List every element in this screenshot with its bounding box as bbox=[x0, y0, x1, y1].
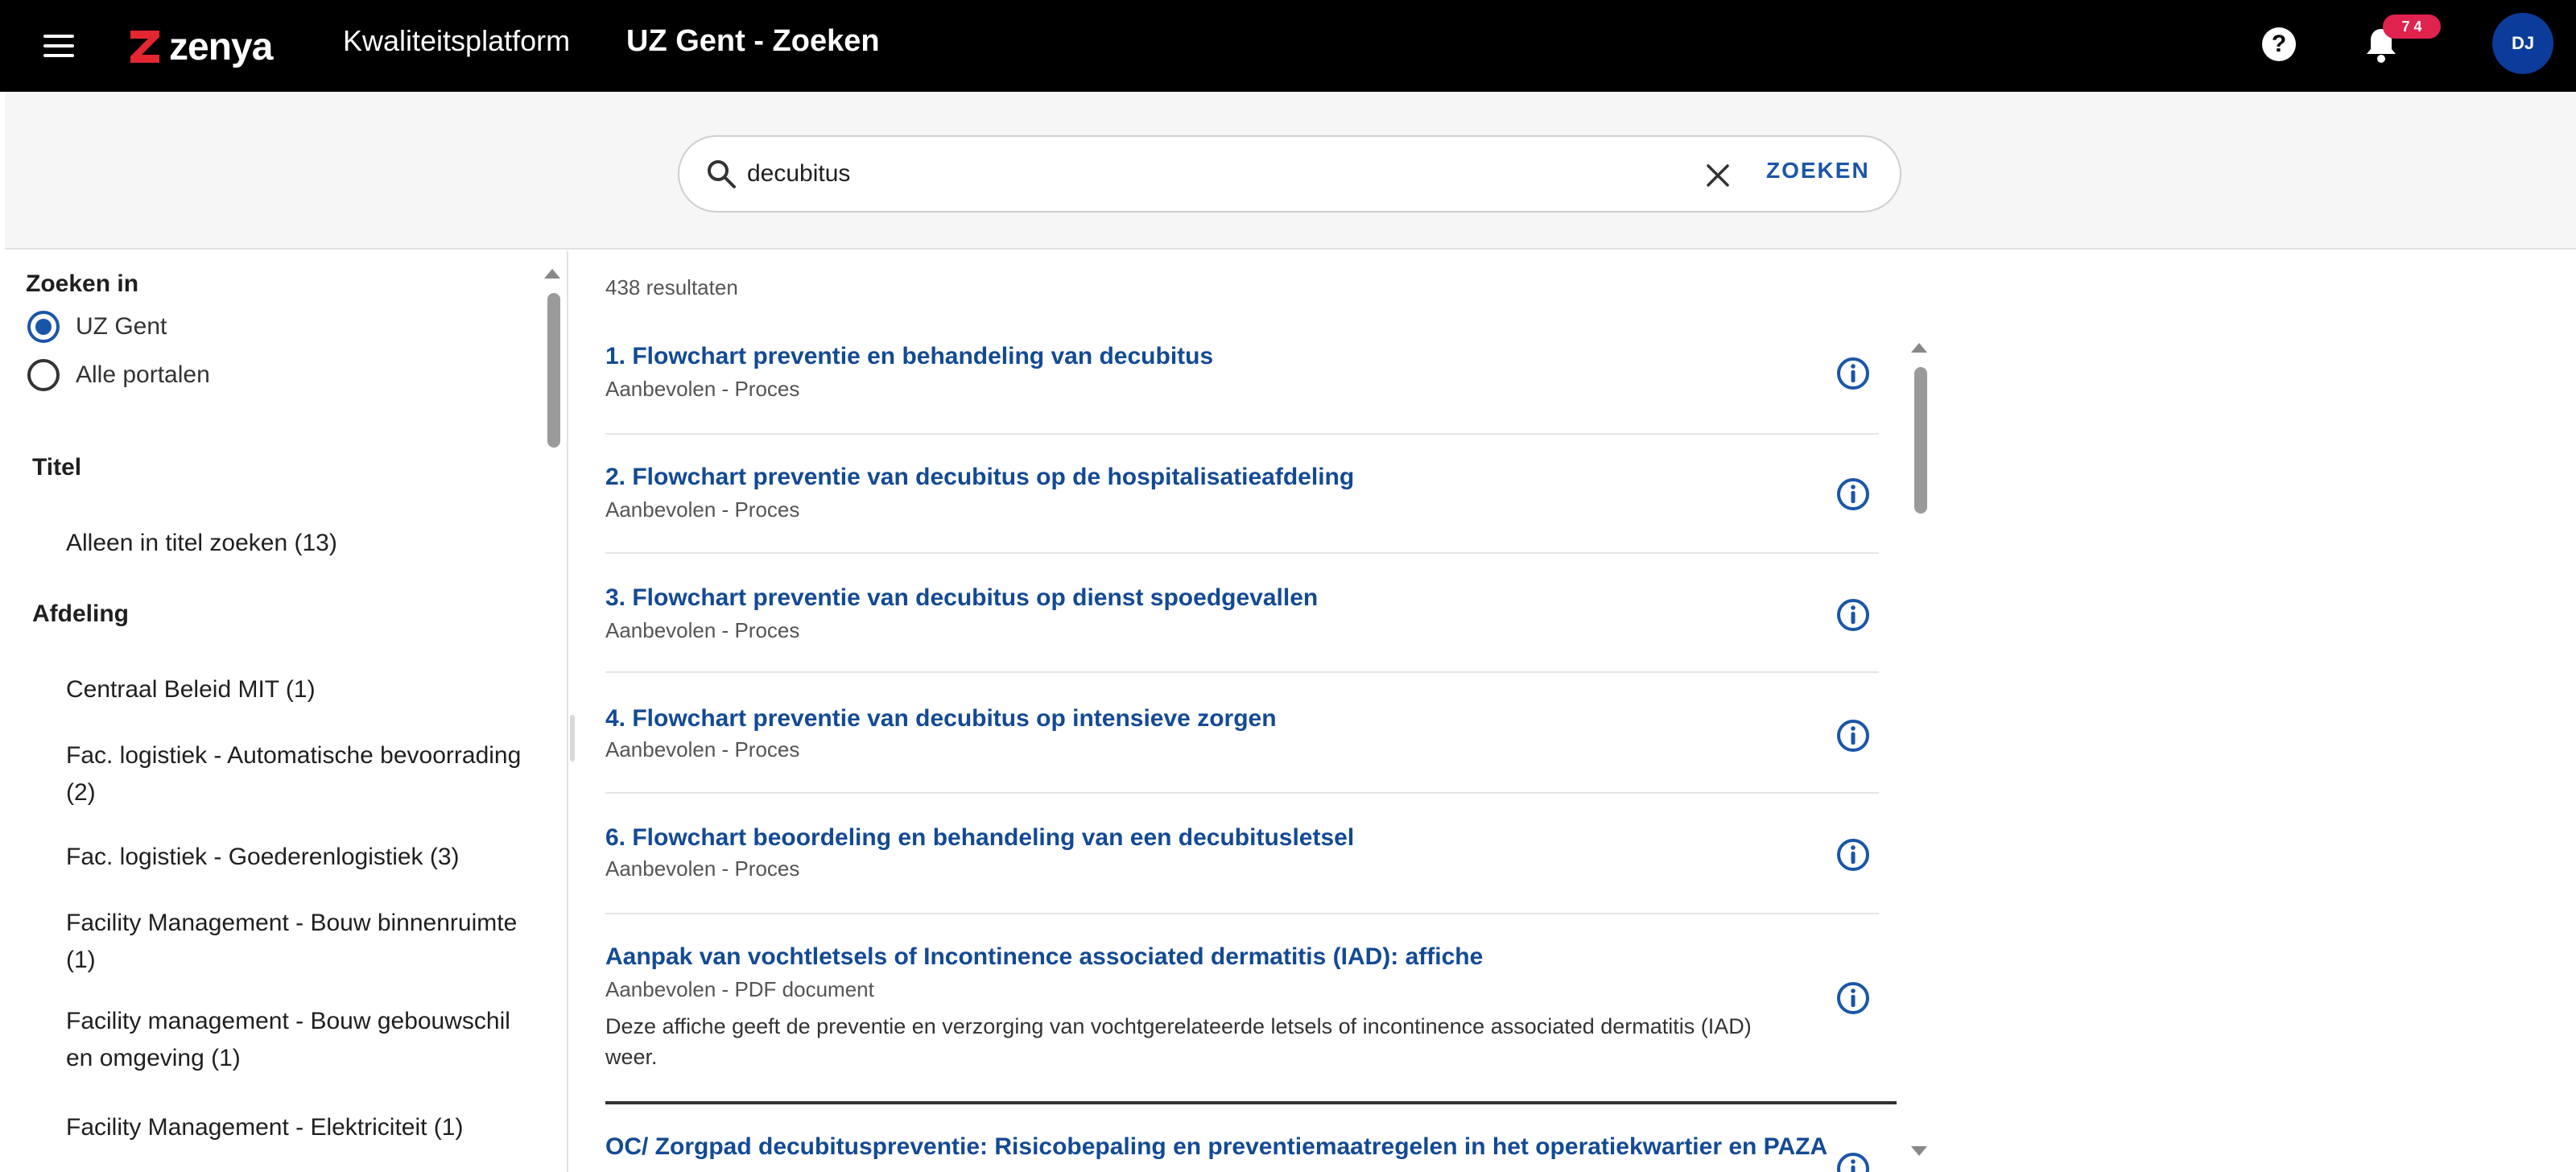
facet-afdeling-item[interactable]: Fac. logistiek - Goederenlogistiek (3) bbox=[66, 839, 533, 876]
radio-label: UZ Gent bbox=[76, 313, 167, 340]
avatar[interactable]: DJ bbox=[2492, 13, 2553, 74]
filter-sidebar: Zoeken in UZ Gent Alle portalen Titel Al… bbox=[0, 251, 568, 1172]
info-icon[interactable] bbox=[1835, 477, 1871, 512]
facet-alleen-in-titel[interactable]: Alleen in titel zoeken (13) bbox=[66, 525, 533, 562]
result-title-link[interactable]: 2. Flowchart preventie van decubitus op … bbox=[605, 464, 1354, 491]
radio-uz-gent[interactable]: UZ Gent bbox=[27, 311, 167, 343]
zenya-logo[interactable]: zenya bbox=[129, 23, 273, 71]
result-count: 438 resultaten bbox=[605, 275, 738, 299]
results-scroll-down-arrow[interactable] bbox=[1911, 1146, 1927, 1156]
radio-button[interactable] bbox=[27, 359, 60, 391]
facet-afdeling-item[interactable]: Facility Management - Elektriciteit (1) bbox=[66, 1109, 533, 1146]
info-icon[interactable] bbox=[1835, 1151, 1871, 1172]
radio-button-checked[interactable] bbox=[27, 311, 60, 343]
logo-text: zenya bbox=[169, 25, 273, 68]
result-meta: Aanbevolen - Proces bbox=[605, 497, 800, 522]
facet-afdeling-item[interactable]: Facility Management - Bouw binnenruimte … bbox=[66, 905, 533, 979]
info-icon[interactable] bbox=[1835, 356, 1871, 391]
hamburger-menu-icon[interactable] bbox=[43, 27, 82, 64]
search-icon bbox=[708, 160, 736, 188]
result-meta: Aanbevolen - PDF document bbox=[605, 977, 874, 1001]
results-scrollbar[interactable] bbox=[1914, 367, 1927, 514]
notification-badge: 7 4 bbox=[2383, 14, 2441, 39]
search-box[interactable]: ZOEKEN bbox=[678, 135, 1901, 213]
result-item: Aanpak van vochtletsels of Incontinence … bbox=[605, 914, 1879, 1101]
radio-alle-portalen[interactable]: Alle portalen bbox=[27, 359, 210, 391]
zoeken-in-heading: Zoeken in bbox=[26, 270, 139, 297]
result-item: 3. Flowchart preventie van decubitus op … bbox=[605, 554, 1879, 673]
result-title-link[interactable]: OC/ Zorgpad decubituspreventie: Risicobe… bbox=[605, 1133, 1827, 1161]
info-icon[interactable] bbox=[1835, 718, 1871, 753]
result-item: 6. Flowchart beoordeling en behandeling … bbox=[605, 794, 1879, 914]
radio-label: Alle portalen bbox=[76, 361, 210, 388]
result-item: 4. Flowchart preventie van decubitus op … bbox=[605, 673, 1879, 794]
page-title: UZ Gent - Zoeken bbox=[626, 24, 880, 58]
pane-splitter[interactable] bbox=[570, 715, 575, 761]
facet-afdeling-item[interactable]: Centraal Beleid MIT (1) bbox=[66, 671, 533, 708]
info-icon[interactable] bbox=[1835, 597, 1871, 633]
result-title-link[interactable]: 6. Flowchart beoordeling en behandeling … bbox=[605, 824, 1354, 852]
facet-afdeling-item[interactable]: Facility management - Bouw gebouwschil e… bbox=[66, 1003, 533, 1077]
results-scroll-up-arrow[interactable] bbox=[1911, 343, 1927, 353]
result-description: Deze affiche geeft de preventie en verzo… bbox=[605, 1014, 1752, 1069]
zenya-logo-mark-icon bbox=[130, 31, 159, 63]
result-meta: Aanbevolen - Proces bbox=[605, 377, 800, 401]
titel-heading: Titel bbox=[32, 454, 82, 481]
afdeling-heading: Afdeling bbox=[32, 600, 129, 627]
app-title: Kwaliteitsplatform bbox=[343, 24, 571, 57]
result-meta: Aanbevolen - Proces bbox=[605, 856, 800, 881]
result-meta: Aanbevolen - Proces bbox=[605, 737, 800, 761]
sidebar-scroll-up-arrow[interactable] bbox=[544, 269, 560, 279]
result-meta: Aanbevolen - Proces bbox=[605, 618, 800, 642]
search-input[interactable] bbox=[747, 153, 1633, 195]
result-item: 1. Flowchart preventie en behandeling va… bbox=[605, 320, 1879, 435]
result-item: OC/ Zorgpad decubituspreventie: Risicobe… bbox=[605, 1104, 1879, 1172]
close-icon[interactable] bbox=[1702, 159, 1734, 192]
result-title-link[interactable]: 1. Flowchart preventie en behandeling va… bbox=[605, 343, 1213, 370]
search-area: ZOEKEN bbox=[5, 92, 2576, 250]
info-icon[interactable] bbox=[1835, 980, 1871, 1016]
top-bar: zenya Kwaliteitsplatform UZ Gent - Zoeke… bbox=[0, 0, 2576, 92]
sidebar-scrollbar[interactable] bbox=[547, 293, 560, 448]
help-icon[interactable]: ? bbox=[2262, 27, 2296, 61]
search-button[interactable]: ZOEKEN bbox=[1766, 158, 1870, 184]
facet-afdeling-item[interactable]: Fac. logistiek - Automatische bevoorradi… bbox=[66, 737, 533, 811]
result-title-link[interactable]: 4. Flowchart preventie van decubitus op … bbox=[605, 705, 1277, 732]
result-item: 2. Flowchart preventie van decubitus op … bbox=[605, 435, 1879, 554]
result-title-link[interactable]: Aanpak van vochtletsels of Incontinence … bbox=[605, 943, 1483, 971]
info-icon[interactable] bbox=[1835, 837, 1871, 873]
result-title-link[interactable]: 3. Flowchart preventie van decubitus op … bbox=[605, 584, 1318, 612]
